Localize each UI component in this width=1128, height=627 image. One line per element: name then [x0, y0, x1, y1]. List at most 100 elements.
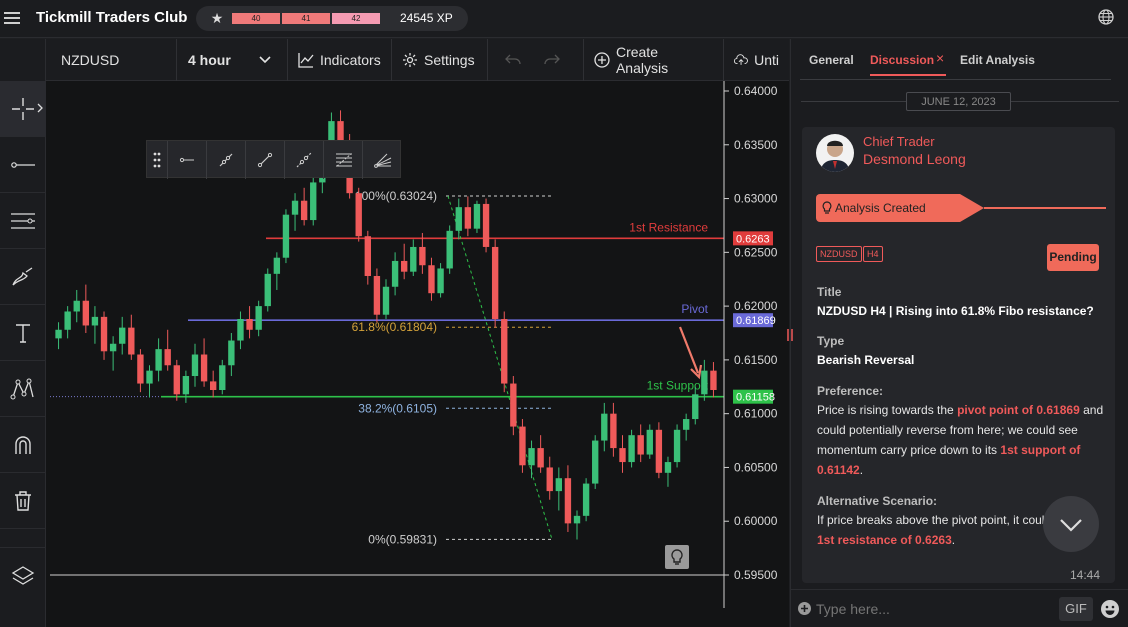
gear-icon	[403, 53, 417, 67]
floating-drawing-toolbar	[146, 140, 401, 179]
candle-body	[692, 394, 699, 420]
candle-body	[555, 478, 563, 492]
price-tick-label: 0.61000	[734, 407, 778, 421]
plus-circle-icon[interactable]	[797, 601, 812, 616]
status-badge: Pending	[1047, 244, 1099, 271]
upload-button[interactable]: Unti	[724, 39, 789, 81]
lightbulb-icon	[822, 201, 832, 214]
candle-body	[710, 370, 717, 391]
pattern-tool[interactable]	[0, 361, 46, 417]
delete-tool[interactable]	[0, 473, 46, 529]
level-segment: 42	[332, 13, 380, 24]
price-chart[interactable]: 1st Resistance 0.6263 Pivot 0.61869 1st Supp…	[46, 81, 789, 608]
candle-body	[209, 381, 217, 391]
emoji-icon[interactable]	[1100, 599, 1120, 619]
candle-body	[619, 448, 626, 463]
level-label: 1st Resistance	[629, 220, 708, 234]
ray-line-icon[interactable]	[257, 152, 273, 168]
preference-text-part: Price is rising towards the	[817, 403, 958, 417]
message-input-row: GIF	[791, 589, 1128, 627]
candle-body	[401, 260, 408, 272]
level-price-text: 0.61869	[736, 315, 776, 327]
plus-circle-icon	[594, 52, 610, 68]
redo-icon[interactable]	[544, 54, 561, 66]
price-tick-label: 0.62000	[734, 299, 778, 313]
candle-body	[228, 340, 235, 366]
message-input[interactable]	[816, 598, 1051, 620]
tab-edit-analysis[interactable]: Edit Analysis	[960, 53, 1035, 67]
candle-body	[528, 448, 535, 466]
price-tick-label: 0.62500	[734, 245, 778, 259]
analysis-panel: General Discussion × Edit Analysis JUNE …	[790, 39, 1128, 627]
fib-level-label: 38.2%(0.6105)	[358, 401, 437, 415]
horizontal-ray-icon[interactable]	[179, 153, 195, 167]
candle-body	[82, 300, 90, 326]
resize-handle[interactable]	[786, 328, 794, 342]
level-price-text: 0.61158	[736, 392, 775, 404]
candle-body	[573, 515, 581, 524]
trend-line-icon[interactable]	[218, 152, 234, 168]
create-analysis-label: Create Analysis	[615, 44, 669, 76]
top-bar: Tickmill Traders Club ★ 40 41 42 24545 X…	[0, 0, 1128, 38]
undo-icon[interactable]	[504, 54, 521, 66]
symbol-label: NZDUSD	[61, 52, 120, 68]
candle-body	[391, 260, 399, 287]
avatar	[816, 134, 854, 172]
candle-body	[455, 207, 462, 231]
event-banner: Analysis Created	[816, 194, 1106, 222]
gif-button[interactable]: GIF	[1059, 597, 1093, 621]
pattern-icon	[10, 378, 34, 399]
extended-line-icon[interactable]	[296, 152, 312, 168]
candle-body	[219, 365, 226, 391]
fib-retracement-icon[interactable]	[335, 152, 353, 168]
price-tick-label: 0.61500	[734, 353, 778, 367]
settings-button[interactable]: Settings	[392, 39, 488, 81]
timeframe-dropdown[interactable]: 4 hour	[177, 39, 288, 81]
timeframe-label: 4 hour	[188, 52, 231, 68]
fib-trend-line	[447, 195, 553, 540]
globe-icon[interactable]	[1097, 8, 1115, 26]
layers-tool[interactable]	[0, 547, 46, 603]
text-tool[interactable]	[0, 305, 46, 361]
hamburger-menu-icon[interactable]	[4, 9, 20, 25]
candle-body	[273, 257, 281, 274]
horizontal-ray-tool[interactable]	[0, 137, 46, 193]
magnet-tool[interactable]	[0, 417, 46, 473]
close-tab-icon[interactable]: ×	[936, 50, 944, 66]
candle-body	[601, 413, 608, 441]
candle-body	[510, 383, 517, 427]
tab-general[interactable]: General	[809, 53, 854, 67]
idea-button[interactable]	[665, 545, 689, 569]
parallel-lines-tool[interactable]	[0, 193, 46, 249]
brush-tool[interactable]	[0, 249, 46, 305]
pivot-highlight: pivot point of 0.61869	[957, 403, 1080, 417]
xp-progress: ★ 40 41 42 24545 XP	[196, 6, 468, 31]
chevron-right-icon[interactable]	[37, 103, 43, 113]
candle-body	[655, 429, 663, 473]
create-analysis-button[interactable]: Create Analysis	[584, 39, 724, 81]
price-tick-label: 0.60000	[734, 514, 778, 528]
price-tick-label: 0.59500	[734, 568, 778, 582]
divider	[167, 141, 168, 179]
candle-body	[610, 413, 617, 449]
drag-handle-icon[interactable]	[153, 152, 161, 168]
symbol-selector[interactable]: NZDUSD	[46, 39, 177, 81]
event-label: Analysis Created	[835, 201, 926, 215]
crosshair-tool[interactable]	[0, 81, 46, 137]
candle-body	[464, 207, 472, 229]
tab-discussion[interactable]: Discussion	[870, 53, 934, 67]
horizontal-line-icon	[11, 161, 35, 168]
indicators-label: Indicators	[320, 52, 381, 68]
candle-body	[264, 273, 271, 307]
chevron-down-icon	[1060, 519, 1082, 532]
indicators-button[interactable]: Indicators	[288, 39, 392, 81]
author-name[interactable]: Desmond Leong	[863, 151, 966, 167]
divider	[323, 141, 324, 179]
alternative-text-part: .	[951, 533, 956, 547]
lightbulb-icon	[671, 549, 683, 565]
candle-body	[382, 286, 390, 315]
fib-level-label: 0%(0.59831)	[368, 532, 437, 546]
resize-handle-icon	[787, 329, 793, 341]
fib-fan-icon[interactable]	[374, 152, 392, 168]
scroll-down-button[interactable]	[1043, 496, 1099, 552]
